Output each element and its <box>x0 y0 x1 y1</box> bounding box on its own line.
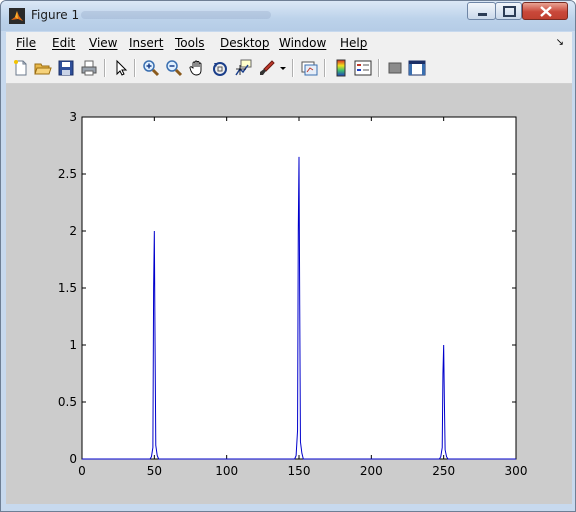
toolbar-separator <box>292 59 294 77</box>
close-icon <box>540 6 552 17</box>
brush-icon[interactable] <box>258 59 276 77</box>
insert-legend-icon[interactable] <box>354 59 372 77</box>
print-icon[interactable] <box>80 59 98 77</box>
maximize-icon <box>503 6 516 17</box>
y-tick-label: 2 <box>69 224 77 238</box>
open-file-icon[interactable] <box>34 59 52 77</box>
x-tick-label: 50 <box>147 464 162 478</box>
y-tick-label: 1 <box>69 338 77 352</box>
hide-plot-tools-icon[interactable] <box>386 59 404 77</box>
rotate-3d-icon[interactable] <box>211 59 229 77</box>
brush-dropdown-icon[interactable] <box>278 59 288 77</box>
show-plot-tools-icon[interactable] <box>408 59 426 77</box>
window-title: Figure 1 <box>31 8 80 22</box>
zoom-in-icon[interactable] <box>142 59 160 77</box>
new-figure-icon[interactable] <box>12 59 30 77</box>
x-tick-label: 100 <box>215 464 238 478</box>
y-tick-label: 0.5 <box>58 395 77 409</box>
edit-plot-arrow-icon[interactable] <box>112 59 130 77</box>
figure-toolbar <box>6 53 572 84</box>
pan-hand-icon[interactable] <box>188 59 206 77</box>
menu-tools[interactable]: Tools <box>175 36 205 50</box>
x-tick-label: 150 <box>288 464 311 478</box>
data-cursor-icon[interactable] <box>234 59 252 77</box>
menu-window[interactable]: Window <box>279 36 326 50</box>
y-tick-label: 0 <box>69 452 77 466</box>
menu-help[interactable]: Help <box>340 36 367 50</box>
dock-figure-icon[interactable]: ↘ <box>556 37 564 48</box>
x-tick-label: 200 <box>360 464 383 478</box>
y-tick-label: 1.5 <box>58 281 77 295</box>
menu-bar: File Edit View Insert Tools Desktop Wind… <box>6 32 572 53</box>
plot-svg: 0 50 100 150 200 250 300 0 0.5 1 1.5 2 2.5 3 <box>58 110 528 478</box>
close-button[interactable] <box>522 2 568 20</box>
link-plot-icon[interactable] <box>300 59 318 77</box>
menu-desktop[interactable]: Desktop <box>220 36 270 50</box>
figure-canvas: 0 50 100 150 200 250 300 0 0.5 1 1.5 2 2.5 3 <box>6 84 572 504</box>
toolbar-separator <box>378 59 380 77</box>
y-tick-label: 2.5 <box>58 167 77 181</box>
menu-file[interactable]: File <box>16 36 36 50</box>
title-path-blurred <box>81 11 271 19</box>
insert-colorbar-icon[interactable] <box>332 59 350 77</box>
menu-insert[interactable]: Insert <box>129 36 163 50</box>
menu-edit[interactable]: Edit <box>52 36 75 50</box>
toolbar-separator <box>134 59 136 77</box>
zoom-out-icon[interactable] <box>165 59 183 77</box>
y-tick-label: 3 <box>69 110 77 124</box>
x-tick-labels: 0 50 100 150 200 250 300 <box>78 464 527 478</box>
toolbar-separator <box>324 59 326 77</box>
minimize-button[interactable] <box>467 2 496 20</box>
matlab-logo-icon <box>9 8 25 24</box>
toolbar-separator <box>104 59 106 77</box>
title-bar[interactable]: Figure 1 <box>1 1 575 31</box>
save-icon[interactable] <box>57 59 75 77</box>
x-tick-label: 0 <box>78 464 86 478</box>
minimize-icon <box>478 13 487 16</box>
menu-view[interactable]: View <box>89 36 117 50</box>
figure-window: Figure 1 File Edit View Insert Tools Des… <box>0 0 576 512</box>
maximize-button[interactable] <box>495 2 522 20</box>
y-tick-labels: 0 0.5 1 1.5 2 2.5 3 <box>58 110 77 466</box>
x-tick-label: 300 <box>505 464 528 478</box>
x-tick-label: 250 <box>432 464 455 478</box>
